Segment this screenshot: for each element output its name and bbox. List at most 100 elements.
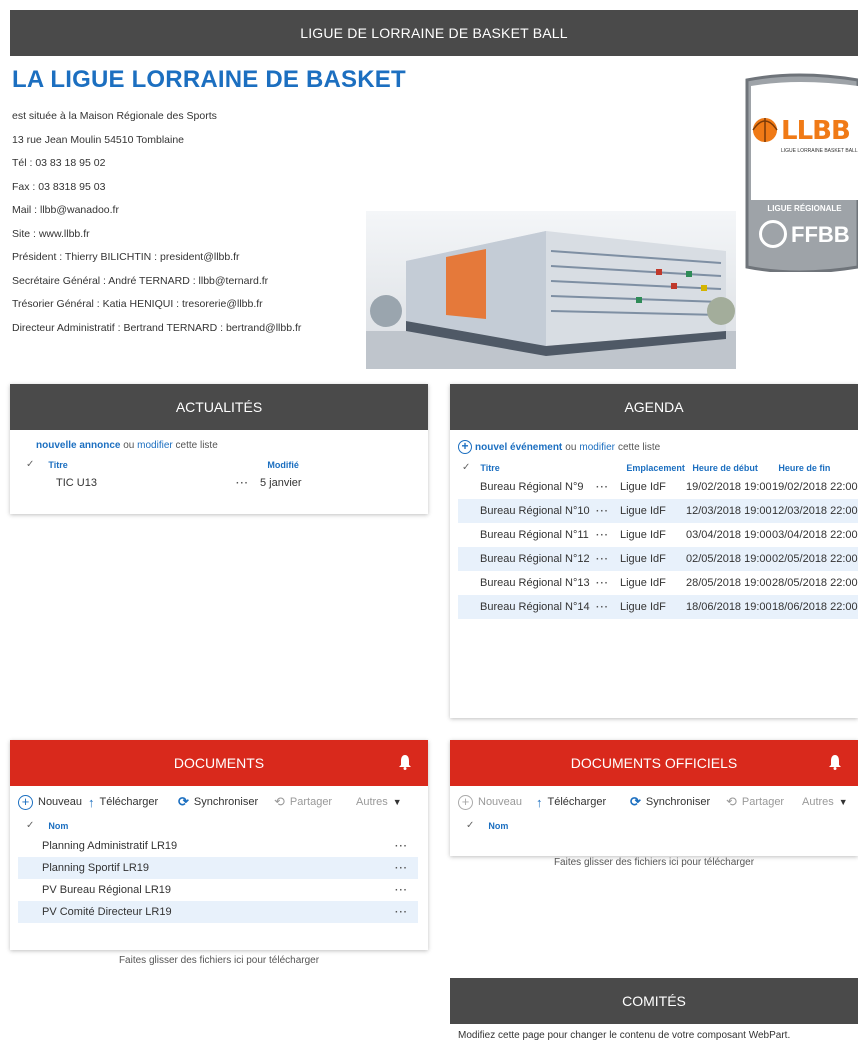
table-row[interactable]: Bureau Régional N°14 ··· Ligue IdF 18/06…	[458, 595, 858, 619]
share-button[interactable]: ⟲ Partager	[274, 794, 356, 810]
table-row[interactable]: Bureau Régional N°11 ··· Ligue IdF 03/04…	[458, 523, 858, 547]
comites-header: COMITÉS	[450, 978, 858, 1024]
documents-panel: DOCUMENTS + Nouveau ↑ Télécharger ⟳ Sync…	[10, 740, 428, 966]
more-options-icon[interactable]: ···	[395, 885, 408, 896]
actualites-title: ACTUALITÉS	[175, 399, 263, 415]
document-name[interactable]: Planning Sportif LR19	[42, 862, 395, 874]
select-all-check-icon[interactable]: ✓	[26, 459, 34, 470]
select-all-check-icon[interactable]: ✓	[466, 820, 474, 831]
more-button[interactable]: Autres ▼	[802, 796, 848, 808]
more-options-icon[interactable]: ···	[596, 578, 620, 589]
chevron-down-icon: ▼	[392, 797, 402, 807]
drop-zone-text[interactable]: Faites glisser des fichiers ici pour tél…	[450, 857, 858, 868]
sync-icon: ⟳	[178, 794, 189, 809]
list-item[interactable]: Planning Sportif LR19 ···	[18, 857, 418, 879]
more-options-icon[interactable]: ···	[395, 841, 408, 852]
documents-officiels-title: DOCUMENTS OFFICIELS	[570, 755, 738, 771]
documents-column-header: ✓ Nom	[10, 812, 428, 835]
more-options-icon[interactable]: ···	[236, 478, 260, 489]
agenda-column-header: ✓ Titre Emplacement Heure de début Heure…	[450, 454, 858, 475]
more-button[interactable]: Autres ▼	[356, 796, 402, 808]
more-options-icon[interactable]: ···	[395, 863, 408, 874]
new-button[interactable]: + Nouveau	[458, 794, 536, 810]
sync-button[interactable]: ⟳ Synchroniser	[178, 794, 274, 810]
upload-button[interactable]: ↑ Télécharger	[536, 795, 630, 810]
table-row[interactable]: Bureau Régional N°12 ··· Ligue IdF 02/05…	[458, 547, 858, 571]
drop-zone-text[interactable]: Faites glisser des fichiers ici pour tél…	[10, 955, 428, 966]
share-label: Partager	[741, 796, 785, 808]
event-title[interactable]: Bureau Régional N°11	[480, 529, 596, 541]
sync-button[interactable]: ⟳ Synchroniser	[630, 794, 726, 810]
event-title[interactable]: Bureau Régional N°13	[480, 577, 596, 589]
event-start: 12/03/2018 19:00	[686, 505, 772, 517]
col-nom[interactable]: Nom	[48, 821, 68, 831]
event-title[interactable]: Bureau Régional N°9	[480, 481, 596, 493]
modify-list-link[interactable]: modifier	[137, 440, 173, 451]
list-item[interactable]: PV Comité Directeur LR19 ···	[18, 901, 418, 923]
upload-label: Télécharger	[99, 796, 159, 808]
more-options-icon[interactable]: ···	[596, 506, 620, 517]
event-end: 03/04/2018 22:00	[772, 529, 858, 541]
add-circle-icon: +	[458, 794, 473, 810]
more-options-icon[interactable]: ···	[596, 530, 620, 541]
new-announcement-link[interactable]: nouvelle annonce	[36, 440, 120, 451]
new-event-link[interactable]: nouvel événement	[475, 442, 562, 453]
upload-arrow-icon: ↑	[536, 794, 543, 810]
list-item[interactable]: TIC U13 ··· 5 janvier	[10, 472, 428, 494]
table-row[interactable]: Bureau Régional N°13 ··· Ligue IdF 28/05…	[458, 571, 858, 595]
col-fin[interactable]: Heure de fin	[778, 463, 830, 473]
documents-officiels-panel: DOCUMENTS OFFICIELS + Nouveau ↑ Téléchar…	[450, 740, 858, 868]
more-options-icon[interactable]: ···	[596, 482, 620, 493]
add-event-icon[interactable]: +	[458, 440, 472, 454]
building-image	[366, 211, 736, 369]
info-line: Directeur Administratif : Bertrand TERNA…	[12, 321, 302, 334]
documents-toolbar: + Nouveau ↑ Télécharger ⟳ Synchroniser ⟲…	[10, 786, 428, 812]
event-title[interactable]: Bureau Régional N°14	[480, 601, 596, 613]
info-line: Fax : 03 8318 95 03	[12, 180, 106, 193]
table-row[interactable]: Bureau Régional N°10 ··· Ligue IdF 12/03…	[458, 499, 858, 523]
logo-brand: LLBB	[781, 116, 851, 146]
col-modifie[interactable]: Modifié	[267, 460, 299, 470]
col-titre[interactable]: Titre	[480, 463, 626, 473]
actualites-column-header: ✓ Titre Modifié	[10, 451, 428, 470]
table-row[interactable]: Bureau Régional N°9 ··· Ligue IdF 19/02/…	[458, 475, 858, 499]
more-label: Autres	[802, 796, 834, 808]
share-icon: ⟲	[726, 794, 737, 809]
document-name[interactable]: PV Bureau Régional LR19	[42, 884, 395, 896]
select-all-check-icon[interactable]: ✓	[26, 820, 34, 831]
more-options-icon[interactable]: ···	[596, 602, 620, 613]
more-options-icon[interactable]: ···	[395, 907, 408, 918]
col-titre[interactable]: Titre	[48, 460, 267, 470]
event-start: 28/05/2018 19:00	[686, 577, 772, 589]
event-title[interactable]: Bureau Régional N°12	[480, 553, 596, 565]
info-line: 13 rue Jean Moulin 54510 Tomblaine	[12, 133, 185, 146]
event-end: 18/06/2018 22:00	[772, 601, 858, 613]
document-name[interactable]: Planning Administratif LR19	[42, 840, 395, 852]
upload-button[interactable]: ↑ Télécharger	[88, 795, 178, 810]
sync-icon: ⟳	[630, 794, 641, 809]
share-button[interactable]: ⟲ Partager	[726, 794, 802, 810]
event-location: Ligue IdF	[620, 601, 666, 613]
event-title[interactable]: Bureau Régional N°10	[480, 505, 596, 517]
new-button[interactable]: + Nouveau	[18, 794, 88, 810]
event-location: Ligue IdF	[620, 577, 666, 589]
col-debut[interactable]: Heure de début	[692, 463, 778, 473]
bell-icon[interactable]	[398, 754, 412, 770]
list-item[interactable]: PV Bureau Régional LR19 ···	[18, 879, 418, 901]
event-location: Ligue IdF	[620, 505, 666, 517]
document-name[interactable]: PV Comité Directeur LR19	[42, 906, 395, 918]
more-options-icon[interactable]: ···	[596, 554, 620, 565]
col-emplacement[interactable]: Emplacement	[626, 463, 692, 473]
modify-list-link[interactable]: modifier	[579, 442, 615, 453]
col-nom[interactable]: Nom	[488, 821, 508, 831]
list-item[interactable]: Planning Administratif LR19 ···	[18, 835, 418, 857]
documents-officiels-column-header: ✓ Nom	[450, 812, 858, 831]
agenda-panel: AGENDA + nouvel événement ou modifier ce…	[450, 384, 858, 718]
agenda-header: AGENDA	[450, 384, 858, 430]
select-all-check-icon[interactable]: ✓	[462, 462, 470, 473]
info-line: est située à la Maison Régionale des Spo…	[12, 110, 217, 122]
comites-title: COMITÉS	[622, 993, 686, 1009]
bell-icon[interactable]	[828, 754, 842, 770]
item-title[interactable]: TIC U13	[56, 477, 236, 489]
event-start: 03/04/2018 19:00	[686, 529, 772, 541]
